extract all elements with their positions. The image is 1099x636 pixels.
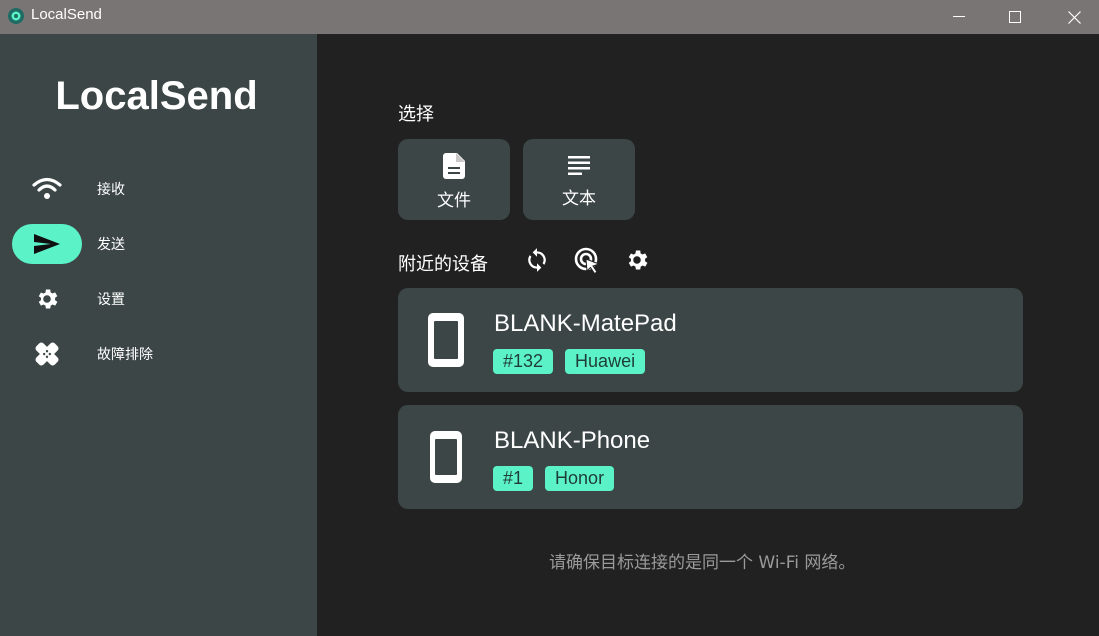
network-hint: 请确保目标连接的是同一个 Wi-Fi 网络。 (549, 553, 856, 573)
sidebar-item-troubleshoot[interactable]: 故障排除 (12, 334, 312, 374)
device-name: BLANK-MatePad (494, 310, 677, 337)
send-icon (34, 234, 60, 254)
localsend-logo-icon (7, 7, 25, 25)
select-file-label: 文件 (437, 191, 471, 211)
close-button[interactable] (1049, 0, 1099, 34)
device-brand-badge: Huawei (565, 349, 646, 374)
select-text-button[interactable]: 文本 (523, 139, 635, 220)
nav-active-pill (12, 224, 82, 264)
nav-icon-container (12, 169, 82, 209)
phone-icon (430, 431, 462, 483)
tap-target-icon (574, 247, 601, 274)
minimize-icon (953, 16, 965, 17)
device-brand-badge: Honor (545, 466, 615, 491)
send-to-address-button[interactable] (573, 246, 601, 274)
bandage-icon (35, 342, 59, 366)
sidebar-item-receive[interactable]: 接收 (12, 169, 312, 209)
tablet-icon (428, 313, 464, 367)
network-settings-button[interactable] (623, 246, 651, 274)
sidebar-item-settings[interactable]: 设置 (12, 279, 312, 319)
device-name: BLANK-Phone (494, 427, 651, 454)
sidebar-item-label: 发送 (97, 237, 125, 253)
sidebar-item-label: 故障排除 (97, 347, 153, 363)
maximize-button[interactable] (990, 0, 1040, 34)
sidebar: LocalSend 接收 发送 设置 故障排除 (0, 34, 317, 636)
refresh-button[interactable] (523, 246, 551, 274)
select-file-button[interactable]: 文件 (398, 139, 510, 220)
brand-title: LocalSend (55, 74, 258, 118)
refresh-icon (528, 248, 546, 272)
device-id-badge: #132 (493, 349, 554, 374)
gear-icon (628, 250, 648, 270)
device-card[interactable]: BLANK-Phone #1 Honor (398, 405, 1023, 509)
device-card[interactable]: BLANK-MatePad #132 Huawei (398, 288, 1023, 392)
nearby-devices-heading: 附近的设备 (398, 254, 488, 275)
close-icon (1067, 10, 1081, 24)
maximize-icon (1009, 11, 1021, 23)
sidebar-item-label: 设置 (97, 292, 125, 308)
device-tags: #1 Honor (493, 466, 615, 491)
gear-icon (38, 289, 58, 309)
selection-heading: 选择 (398, 104, 434, 125)
wifi-icon (32, 177, 62, 199)
select-text-label: 文本 (562, 189, 596, 209)
nav-icon-container (12, 334, 82, 374)
sidebar-item-label: 接收 (97, 182, 125, 198)
main-panel: 选择 文件 文本 附近的设备 BLANK-MatePad #132 Huawei… (317, 34, 1099, 636)
file-icon (443, 153, 465, 179)
device-tags: #132 Huawei (493, 349, 646, 374)
device-id-badge: #1 (493, 466, 534, 491)
window-title: LocalSend (31, 6, 102, 23)
nav-icon-container (12, 279, 82, 319)
sidebar-item-send[interactable]: 发送 (12, 224, 312, 264)
title-bar: LocalSend (0, 0, 1099, 34)
minimize-button[interactable] (934, 0, 984, 34)
text-icon (568, 156, 590, 175)
